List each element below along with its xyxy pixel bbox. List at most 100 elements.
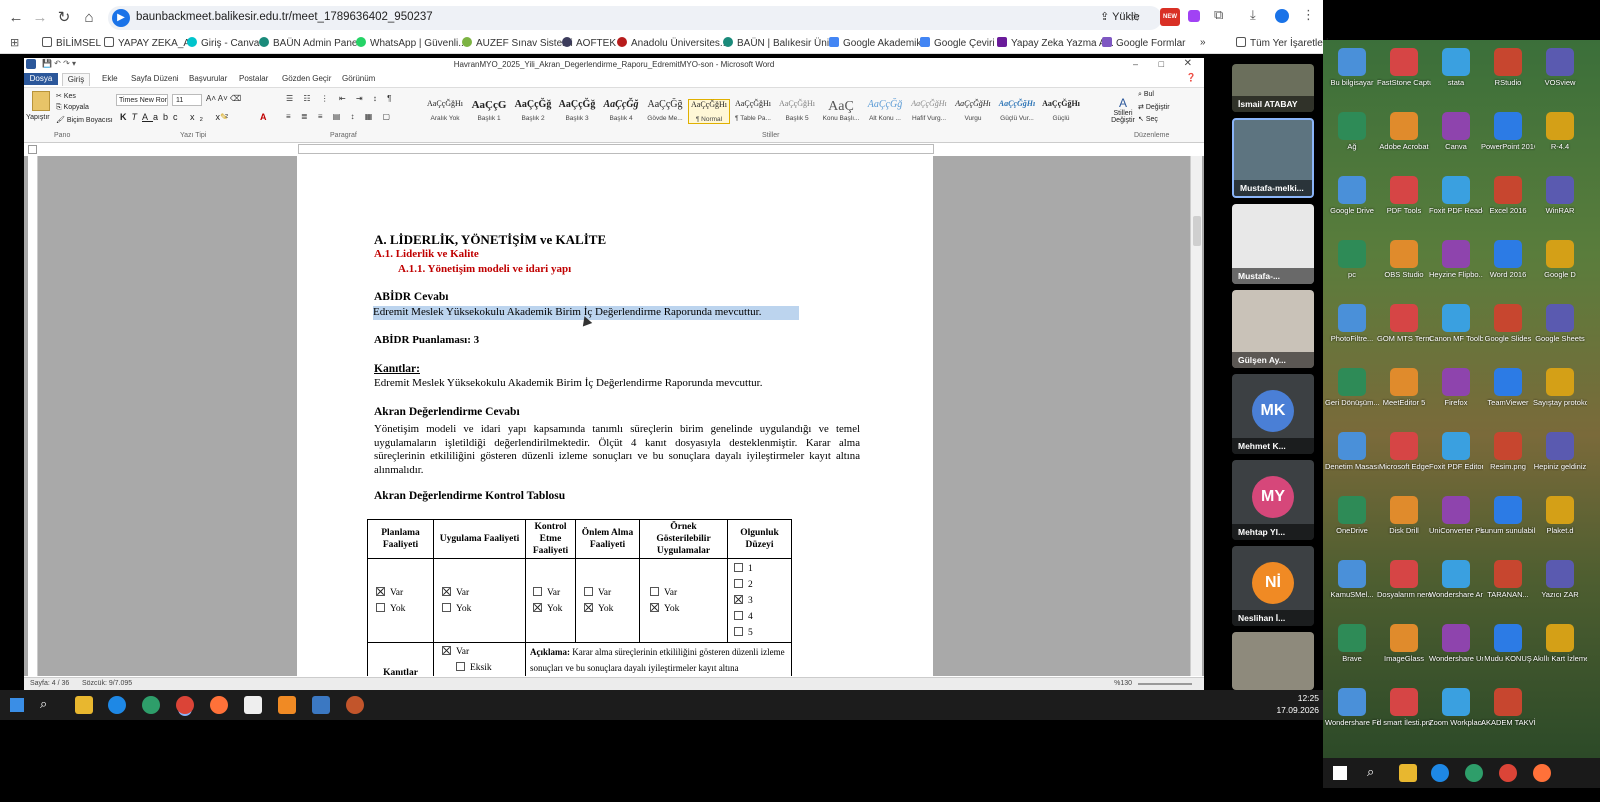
close-icon[interactable]: ✕ bbox=[1184, 58, 1192, 69]
participant-tile-screenshare[interactable]: Mustafa-... bbox=[1232, 204, 1314, 284]
tab-view[interactable]: Görünüm bbox=[342, 74, 375, 83]
back-icon[interactable]: ← bbox=[6, 8, 26, 28]
style-item[interactable]: AaÇçĞğHı Başlık 5 bbox=[776, 99, 818, 122]
desktop-icon[interactable]: Resim.png bbox=[1481, 432, 1535, 471]
desktop-icon[interactable]: Ağ bbox=[1325, 112, 1379, 151]
search-icon[interactable]: ⌕ bbox=[40, 696, 47, 712]
bookmark-item[interactable]: Yapay Zeka Yazma A... bbox=[997, 37, 1114, 49]
participant-tile[interactable] bbox=[1232, 632, 1314, 690]
desktop-icon[interactable]: R-4.4 bbox=[1533, 112, 1587, 151]
desktop-icon[interactable]: PDF Tools bbox=[1377, 176, 1431, 215]
desktop-icon[interactable]: Google D bbox=[1533, 240, 1587, 279]
document-page[interactable]: A. LİDERLİK, YÖNETİŞİM ve KALİTE A.1. Li… bbox=[297, 156, 933, 676]
desktop-icon[interactable]: Dosyalarım nerede bbox=[1377, 560, 1431, 599]
format-painter-button[interactable]: 🖌 Biçim Boyacısı bbox=[56, 116, 113, 124]
download-icon[interactable]: ⤓ bbox=[1250, 7, 1256, 23]
document-icon[interactable] bbox=[244, 696, 262, 714]
desktop-icon[interactable]: Plaket.d bbox=[1533, 496, 1587, 535]
zoom-slider[interactable] bbox=[1138, 683, 1192, 685]
style-item[interactable]: AaÇçĞğ Başlık 3 bbox=[556, 99, 598, 122]
desktop-icon[interactable]: Akıllı Kart İzleme Aracı bbox=[1533, 624, 1587, 663]
bookmark-item[interactable]: BAÜN Admin Panel bbox=[259, 37, 360, 49]
desktop-icon[interactable]: Hepiniz geldiniz bbox=[1533, 432, 1587, 471]
style-item[interactable]: AaÇçĞğHı Hafif Vurg... bbox=[908, 99, 950, 122]
paste-icon[interactable] bbox=[32, 91, 50, 111]
zoom-level[interactable]: %130 bbox=[1114, 680, 1132, 687]
desktop-icon[interactable]: Foxit PDF Reader bbox=[1429, 176, 1483, 215]
bookmark-item[interactable]: Google Çeviri bbox=[920, 37, 995, 49]
style-item[interactable]: AaÇçĞğ Alt Konu ... bbox=[864, 99, 906, 122]
menu-kebab-icon[interactable]: ⋮ bbox=[1302, 7, 1315, 23]
desktop-icon[interactable]: OneDrive bbox=[1325, 496, 1379, 535]
tab-stop-selector[interactable] bbox=[28, 145, 37, 154]
bookmark-item[interactable]: YAPAY ZEKA_AI bbox=[104, 37, 193, 49]
minimize-icon[interactable]: – bbox=[1133, 59, 1138, 69]
desktop-icon[interactable]: Wondershare UniConvert... bbox=[1429, 624, 1483, 663]
desktop-icon[interactable]: Zoom Workplace bbox=[1429, 688, 1483, 727]
participant-tile[interactable]: MY Mehtap YI... bbox=[1232, 460, 1314, 540]
vertical-scrollbar[interactable] bbox=[1190, 156, 1202, 676]
chrome-icon[interactable] bbox=[1499, 764, 1517, 782]
font-color-icon[interactable]: A bbox=[260, 112, 267, 122]
new-extension-badge[interactable]: NEW bbox=[1160, 8, 1180, 26]
desktop-icon[interactable]: Mudu KONUŞ bbox=[1481, 624, 1535, 663]
desktop-icon[interactable]: Adobe Acrobat bbox=[1377, 112, 1431, 151]
desktop-icon[interactable]: Wondershare Anireel bbox=[1429, 560, 1483, 599]
bookmark-item[interactable]: AOFTEK bbox=[562, 37, 616, 49]
bookmark-item[interactable]: BAÜN | Balıkesir Üni... bbox=[723, 37, 837, 49]
style-item[interactable]: AaÇçĞğ Başlık 2 bbox=[512, 99, 554, 122]
desktop-icon[interactable]: Excel 2016 bbox=[1481, 176, 1535, 215]
style-item[interactable]: AaÇ Konu Başlı... bbox=[820, 99, 862, 122]
bookmark-item[interactable]: BİLİMSEL bbox=[42, 37, 101, 49]
reload-icon[interactable]: ↻ bbox=[54, 8, 74, 28]
cut-button[interactable]: ✂ Kes bbox=[56, 92, 76, 100]
font-grow-shrink[interactable]: A˄ A˅ ⌫ bbox=[206, 94, 241, 103]
style-item[interactable]: AaÇçĞğHı ¶ Table Pa... bbox=[732, 99, 774, 122]
all-bookmarks[interactable]: Tüm Yer İşaretleri bbox=[1236, 37, 1328, 49]
help-icon[interactable]: ❓ bbox=[1186, 73, 1196, 82]
style-item-selected[interactable]: AaÇçĞğHı ¶ Normal bbox=[688, 99, 730, 124]
bookmark-item[interactable]: Google Akademik bbox=[829, 37, 921, 49]
desktop-icon[interactable]: Disk Drill bbox=[1377, 496, 1431, 535]
desktop-icon[interactable]: Geri Dönüşüm... bbox=[1325, 368, 1379, 407]
desktop-icon[interactable]: PhotoFiltre... bbox=[1325, 304, 1379, 343]
alignment-buttons[interactable]: ≡ ≣ ≡ ▤ ↕ ▦ ▢ bbox=[286, 112, 394, 121]
desktop-icon[interactable]: Google Slides bbox=[1481, 304, 1535, 343]
desktop-icon[interactable]: OBS Studio bbox=[1377, 240, 1431, 279]
desktop-icon[interactable]: Word 2016 bbox=[1481, 240, 1535, 279]
tab-review[interactable]: Gözden Geçir bbox=[282, 74, 331, 83]
bookmark-item[interactable]: AUZEF Sınav Sistemi bbox=[462, 37, 573, 49]
style-item[interactable]: AaÇçG Başlık 1 bbox=[468, 99, 510, 122]
participant-tile[interactable]: MK Mehmet K... bbox=[1232, 374, 1314, 454]
app-icon[interactable] bbox=[346, 696, 364, 714]
bookmark-item[interactable]: Giriş - Canva bbox=[187, 37, 259, 49]
change-styles-button[interactable]: A Stilleri Değiştir bbox=[1110, 96, 1136, 124]
desktop-icon[interactable]: Bu bilgisayar bbox=[1325, 48, 1379, 87]
edge-icon[interactable] bbox=[1465, 764, 1483, 782]
search-icon[interactable]: ⌕ bbox=[1367, 764, 1374, 780]
tab-mailings[interactable]: Postalar bbox=[239, 74, 268, 83]
desktop-icon[interactable]: Brave bbox=[1325, 624, 1379, 663]
select-button[interactable]: ↖ Seç bbox=[1138, 115, 1158, 123]
desktop-icon[interactable]: UniConverter Player bbox=[1429, 496, 1483, 535]
tab-file[interactable]: Dosya bbox=[24, 73, 58, 85]
desktop-icon[interactable]: Sayıştay protokol bbox=[1533, 368, 1587, 407]
style-item[interactable]: AaÇçĞğHı Güçlü Vur... bbox=[996, 99, 1038, 122]
horizontal-ruler[interactable] bbox=[298, 144, 934, 154]
tab-home[interactable]: Giriş bbox=[62, 73, 90, 86]
desktop-icon[interactable]: Yazıcı ZAR bbox=[1533, 560, 1587, 599]
desktop-icon[interactable]: d smart İlesti.png bbox=[1377, 688, 1431, 727]
replace-button[interactable]: ⇄ Değiştir bbox=[1138, 103, 1170, 111]
desktop-icon[interactable]: Firefox bbox=[1429, 368, 1483, 407]
page-indicator[interactable]: Sayfa: 4 / 36 bbox=[30, 680, 69, 687]
ie-icon[interactable] bbox=[1431, 764, 1449, 782]
list-buttons[interactable]: ☰ ☷ ⋮ ⇤ ⇥ ↕ ¶ bbox=[286, 94, 395, 103]
style-item[interactable]: AaÇçĞğ Başlık 4 bbox=[600, 99, 642, 122]
word-count[interactable]: Sözcük: 9/7.095 bbox=[82, 680, 132, 687]
maximize-icon[interactable]: □ bbox=[1159, 59, 1164, 69]
desktop-icon[interactable]: Canva bbox=[1429, 112, 1483, 151]
bookmarks-more[interactable]: » bbox=[1200, 37, 1206, 48]
desktop-icon[interactable]: KamuSMel... bbox=[1325, 560, 1379, 599]
tab-insert[interactable]: Ekle bbox=[102, 74, 118, 83]
extension-icon[interactable] bbox=[1188, 10, 1200, 22]
